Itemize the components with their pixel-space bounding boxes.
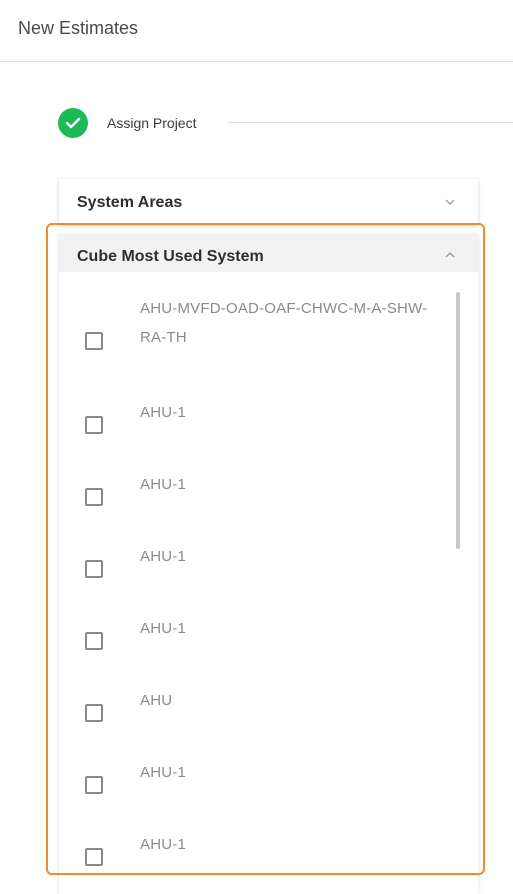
system-label: AHU-1 [140, 476, 187, 493]
system-checkbox[interactable] [85, 332, 103, 350]
system-label: AHU-MVFD-OAD-OAF-CHWC-M-A-SHW-RA-TH [140, 300, 428, 346]
step-connector [228, 122, 513, 123]
system-label: AHU-1 [140, 764, 187, 781]
list-item[interactable]: AHU-1 [59, 542, 478, 602]
page-header: New Estimates [0, 0, 513, 62]
system-label: AHU-1 [140, 548, 187, 565]
list-item[interactable]: AHU-1 [59, 614, 478, 674]
stepper: Assign Project [58, 108, 513, 138]
cube-most-used-title: Cube Most Used System [77, 248, 264, 265]
system-checkbox[interactable] [85, 488, 103, 506]
list-item[interactable]: AHU-1 [59, 398, 478, 458]
system-label: AHU-1 [140, 404, 187, 421]
system-label: AHU-1 [140, 620, 187, 637]
list-item[interactable]: AHU [59, 686, 478, 746]
scrollbar[interactable] [456, 292, 460, 549]
system-checkbox[interactable] [85, 416, 103, 434]
page-title: New Estimates [18, 18, 139, 38]
cube-most-used-panel: Cube Most Used System AHU-MVFD-OAD-OAF-C… [59, 234, 478, 894]
check-icon [58, 108, 88, 138]
list-item[interactable]: AHU-1 [59, 758, 478, 818]
step-label[interactable]: Assign Project [107, 115, 196, 131]
system-checkbox[interactable] [85, 560, 103, 578]
list-item[interactable]: AHU-1 [59, 470, 478, 530]
list-item[interactable]: AHU-MVFD-OAD-OAF-CHWC-M-A-SHW-RA-TH [59, 294, 478, 374]
system-checkbox[interactable] [85, 632, 103, 650]
system-label: AHU [140, 692, 173, 709]
chevron-up-icon[interactable] [444, 249, 456, 261]
system-areas-panel[interactable]: System Areas [59, 179, 478, 225]
chevron-down-icon[interactable] [444, 196, 456, 208]
system-checkbox[interactable] [85, 848, 103, 866]
cube-most-used-header[interactable]: Cube Most Used System [59, 234, 478, 272]
system-checkbox[interactable] [85, 704, 103, 722]
system-checkbox[interactable] [85, 776, 103, 794]
system-list: AHU-MVFD-OAD-OAF-CHWC-M-A-SHW-RA-TH AHU-… [59, 272, 478, 894]
system-label: AHU-1 [140, 836, 187, 853]
system-areas-title: System Areas [77, 194, 183, 211]
list-item[interactable]: AHU-1 [59, 830, 478, 890]
